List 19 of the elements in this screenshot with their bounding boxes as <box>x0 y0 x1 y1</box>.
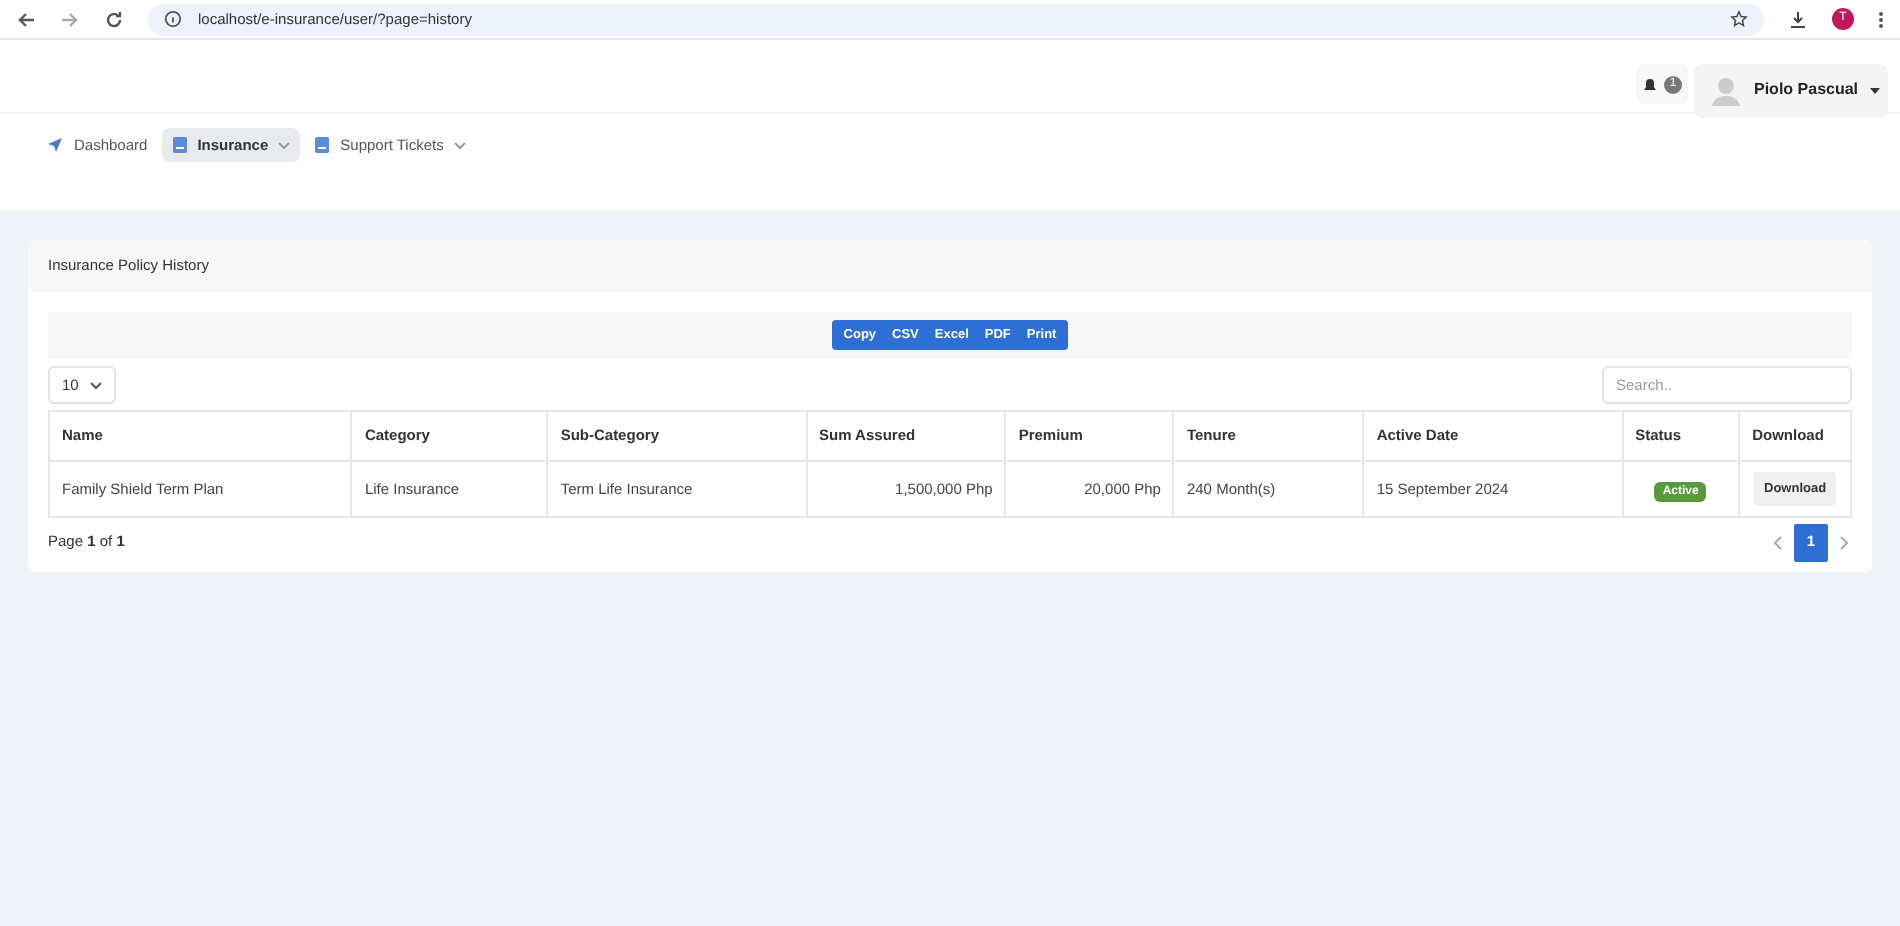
caret-icon <box>1870 87 1881 93</box>
navigation-arrow-icon <box>46 136 64 154</box>
chevron-down-icon <box>278 141 291 149</box>
back-arrow-icon <box>16 9 36 29</box>
more-menu-icon <box>1878 9 1884 29</box>
reload-icon <box>104 9 124 29</box>
star-icon <box>1730 10 1748 28</box>
avatar-icon <box>1710 74 1742 106</box>
document-icon <box>171 136 188 154</box>
bell-icon <box>1642 75 1658 93</box>
chevron-down-icon <box>453 141 466 149</box>
forward-arrow-icon <box>60 9 80 29</box>
chevron-right-icon <box>1836 535 1852 549</box>
download-icon <box>1788 9 1808 29</box>
chevron-down-icon <box>90 381 103 389</box>
user-menu-button[interactable]: Piolo Pascual <box>1694 63 1888 117</box>
info-icon <box>164 10 182 28</box>
document-icon <box>314 136 331 154</box>
chevron-left-icon <box>1770 535 1786 549</box>
